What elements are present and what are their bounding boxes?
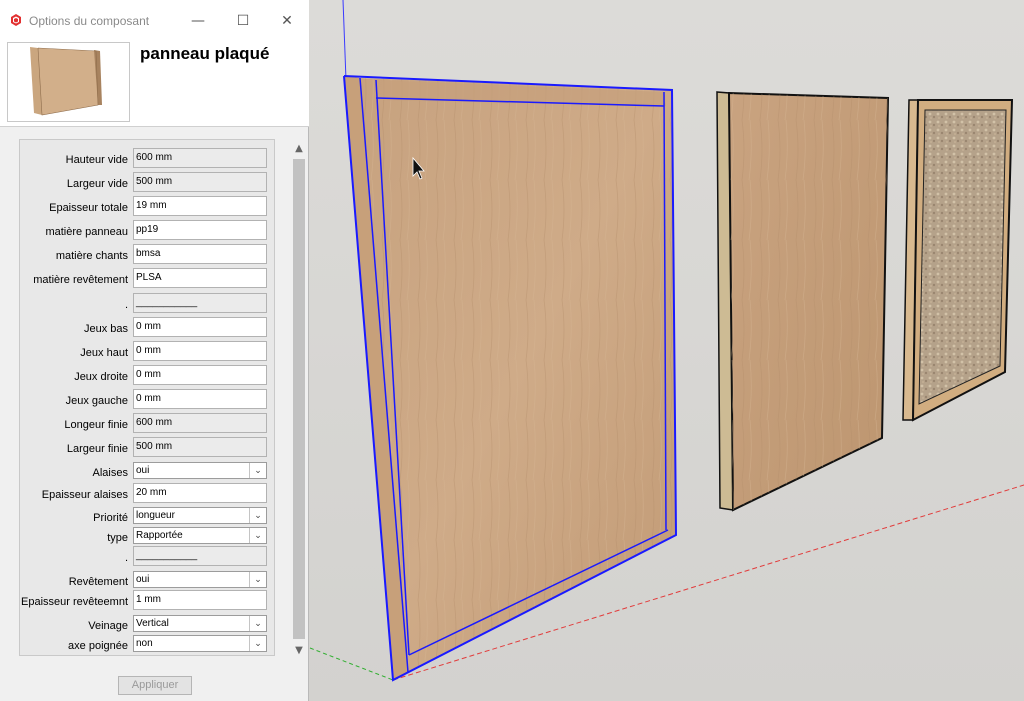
window-title: Options du composant [29, 14, 150, 28]
minimize-button[interactable]: — [183, 8, 213, 34]
field-readonly-value: 500 mm [133, 172, 267, 192]
chevron-down-icon[interactable]: ⌄ [249, 463, 266, 478]
field-label: Epaisseur revêteemnt [21, 596, 128, 608]
field-label: Alaises [92, 467, 128, 479]
field-label: matière panneau [45, 226, 128, 238]
field-label: matière revêtement [33, 274, 128, 286]
chevron-down-icon[interactable]: ⌄ [249, 572, 266, 587]
field-readonly-value: ___________ [133, 293, 267, 313]
form-row: Epaisseur alaises 20 mm [20, 483, 276, 505]
dropdown-value: Rapportée [136, 530, 183, 541]
form-row: Jeux gauche 0 mm [20, 389, 276, 411]
form-row: Epaisseur totale 19 mm [20, 196, 276, 218]
field-input[interactable]: 19 mm [133, 196, 267, 216]
form-row: Alaises oui ⌄ [20, 461, 276, 483]
panel-thumbnail-image [30, 47, 102, 116]
field-label: Jeux haut [80, 347, 128, 359]
field-label: Jeux droite [74, 371, 128, 383]
field-input[interactable]: 0 mm [133, 389, 267, 409]
field-label: Veinage [88, 620, 128, 632]
component-name: panneau plaqué [140, 44, 270, 63]
form-scrollbar[interactable]: ▲ ▼ [291, 139, 307, 661]
form-row: Priorité longueur ⌄ [20, 506, 276, 528]
form-row: Longeur finie 600 mm [20, 413, 276, 435]
options-form: Hauteur vide 600 mm Largeur vide 500 mm Epai… [19, 139, 275, 656]
form-row: Revêtement oui ⌄ [20, 570, 276, 592]
field-dropdown[interactable]: oui ⌄ [133, 462, 267, 479]
field-label: . [124, 299, 128, 311]
middle-panel[interactable] [716, 91, 890, 512]
field-input[interactable]: PLSA [133, 268, 267, 288]
form-row: type Rapportée ⌄ [20, 526, 276, 548]
field-input[interactable]: 1 mm [133, 590, 267, 610]
dropdown-value: oui [136, 465, 150, 476]
field-input[interactable]: 0 mm [133, 365, 267, 385]
form-row: matière panneau pp19 [20, 220, 276, 242]
field-input[interactable]: bmsa [133, 244, 267, 264]
apply-button[interactable]: Appliquer [118, 676, 192, 695]
field-label: Largeur vide [66, 178, 128, 190]
form-row: Hauteur vide 600 mm [20, 148, 276, 170]
field-label: matière chants [55, 250, 128, 262]
right-panel[interactable] [902, 99, 1014, 422]
field-dropdown[interactable]: longueur ⌄ [133, 507, 267, 524]
scroll-thumb[interactable] [293, 159, 305, 639]
field-readonly-value: 600 mm [133, 413, 267, 433]
field-input[interactable]: 20 mm [133, 483, 267, 503]
dropdown-value: oui [136, 574, 150, 585]
field-label: Longeur finie [64, 419, 128, 431]
window-titlebar[interactable]: Options du composant — ☐ ✕ [0, 0, 309, 42]
blue-axis-line [342, 0, 347, 81]
field-readonly-value: 500 mm [133, 437, 267, 457]
field-readonly-value: 600 mm [133, 148, 267, 168]
maximize-button[interactable]: ☐ [228, 8, 258, 34]
dropdown-value: Vertical [136, 618, 169, 629]
form-row: . ___________ [20, 293, 276, 315]
scroll-down-icon[interactable]: ▼ [291, 641, 307, 659]
field-dropdown[interactable]: non ⌄ [133, 635, 267, 652]
dropdown-value: longueur [136, 510, 175, 521]
form-row: Largeur vide 500 mm [20, 172, 276, 194]
field-label: axe poignée [68, 640, 128, 652]
chevron-down-icon[interactable]: ⌄ [249, 508, 266, 523]
component-options-dialog[interactable]: Options du composant — ☐ ✕ panneau plaqu… [0, 0, 309, 701]
field-dropdown[interactable]: Vertical ⌄ [133, 615, 267, 632]
field-label: Largeur finie [66, 443, 128, 455]
form-row: matière revêtement PLSA [20, 268, 276, 290]
field-label: Epaisseur alaises [41, 489, 128, 501]
chevron-down-icon[interactable]: ⌄ [249, 636, 266, 651]
field-input[interactable]: 0 mm [133, 341, 267, 361]
field-label: Jeux bas [83, 323, 128, 335]
form-row: axe poignée non ⌄ [20, 634, 276, 656]
close-button[interactable]: ✕ [272, 8, 302, 34]
dropdown-value: non [136, 638, 153, 649]
field-dropdown[interactable]: Rapportée ⌄ [133, 527, 267, 544]
selected-panel[interactable] [343, 75, 678, 682]
sketchup-app-icon [11, 14, 21, 26]
chevron-down-icon[interactable]: ⌄ [249, 528, 266, 543]
field-label: . [124, 552, 128, 564]
field-input[interactable]: 0 mm [133, 317, 267, 337]
field-dropdown[interactable]: oui ⌄ [133, 571, 267, 588]
scroll-up-icon[interactable]: ▲ [291, 139, 307, 157]
form-row: Veinage Vertical ⌄ [20, 614, 276, 636]
form-row: Jeux droite 0 mm [20, 365, 276, 387]
chevron-down-icon[interactable]: ⌄ [249, 616, 266, 631]
field-label: Jeux gauche [65, 395, 128, 407]
field-label: type [107, 532, 128, 544]
field-label: Revêtement [68, 576, 128, 588]
component-thumbnail [7, 42, 130, 122]
field-label: Priorité [93, 512, 128, 524]
form-row: Jeux haut 0 mm [20, 341, 276, 363]
form-row: Jeux bas 0 mm [20, 317, 276, 339]
form-row: . ___________ [20, 546, 276, 568]
green-axis-line [309, 647, 394, 681]
field-label: Epaisseur totale [49, 202, 128, 214]
form-row: Epaisseur revêteemnt 1 mm [20, 590, 276, 612]
form-row: Largeur finie 500 mm [20, 437, 276, 459]
field-readonly-value: ___________ [133, 546, 267, 566]
field-label: Hauteur vide [65, 154, 128, 166]
form-row: matière chants bmsa [20, 244, 276, 266]
field-input[interactable]: pp19 [133, 220, 267, 240]
